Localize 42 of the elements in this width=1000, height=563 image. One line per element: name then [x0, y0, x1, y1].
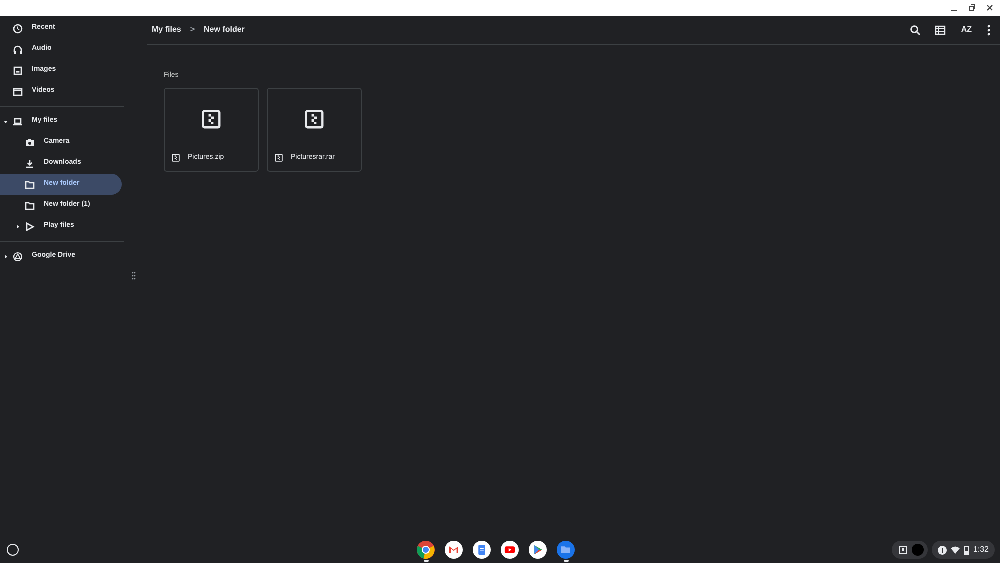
- clock-icon: [13, 24, 23, 34]
- download-icon: [25, 158, 35, 168]
- expand-caret-icon[interactable]: [4, 120, 8, 124]
- archive-icon: [275, 154, 283, 162]
- battery-icon: [964, 546, 970, 554]
- search-icon[interactable]: [910, 24, 922, 36]
- archive-icon: [305, 110, 324, 129]
- calendar-icon: [13, 86, 23, 96]
- laptop-icon: [13, 116, 23, 126]
- folder-icon: [25, 200, 35, 210]
- headphones-icon: [13, 44, 23, 54]
- wifi-icon: [951, 546, 960, 554]
- breadcrumb-link[interactable]: New folder: [204, 24, 245, 36]
- chrome-icon[interactable]: [417, 541, 435, 559]
- expand-caret-icon[interactable]: [4, 254, 8, 258]
- image-icon: [13, 66, 23, 76]
- play-icon: [25, 222, 35, 232]
- document-icon[interactable]: [473, 541, 491, 559]
- breadcrumb-separator: >: [190, 24, 196, 36]
- resize-handle-icon[interactable]: [132, 272, 136, 280]
- status-tray[interactable]: 1:32: [932, 541, 995, 559]
- camera-icon: [25, 138, 35, 148]
- mail-icon[interactable]: [445, 541, 463, 559]
- more-icon[interactable]: [987, 24, 991, 36]
- launcher-button[interactable]: [7, 544, 19, 556]
- tray-pill[interactable]: [892, 541, 928, 559]
- list-view-icon[interactable]: [935, 24, 946, 36]
- clock-time: 1:32: [973, 544, 989, 556]
- archive-icon: [172, 154, 180, 162]
- video-play-icon[interactable]: [501, 541, 519, 559]
- expand-caret-icon[interactable]: [16, 224, 20, 228]
- clipboard-icon: [899, 546, 908, 554]
- folder-icon[interactable]: [557, 541, 575, 559]
- sort-button[interactable]: AZ: [960, 26, 973, 34]
- play-store-icon[interactable]: [529, 541, 547, 559]
- close-icon[interactable]: [986, 4, 994, 12]
- restore-icon[interactable]: [968, 4, 976, 12]
- dark-circle-icon: [912, 543, 924, 557]
- archive-icon: [202, 110, 221, 129]
- drive-icon: [13, 252, 23, 262]
- breadcrumb-link[interactable]: My files: [152, 24, 182, 36]
- folder-icon: [25, 180, 35, 190]
